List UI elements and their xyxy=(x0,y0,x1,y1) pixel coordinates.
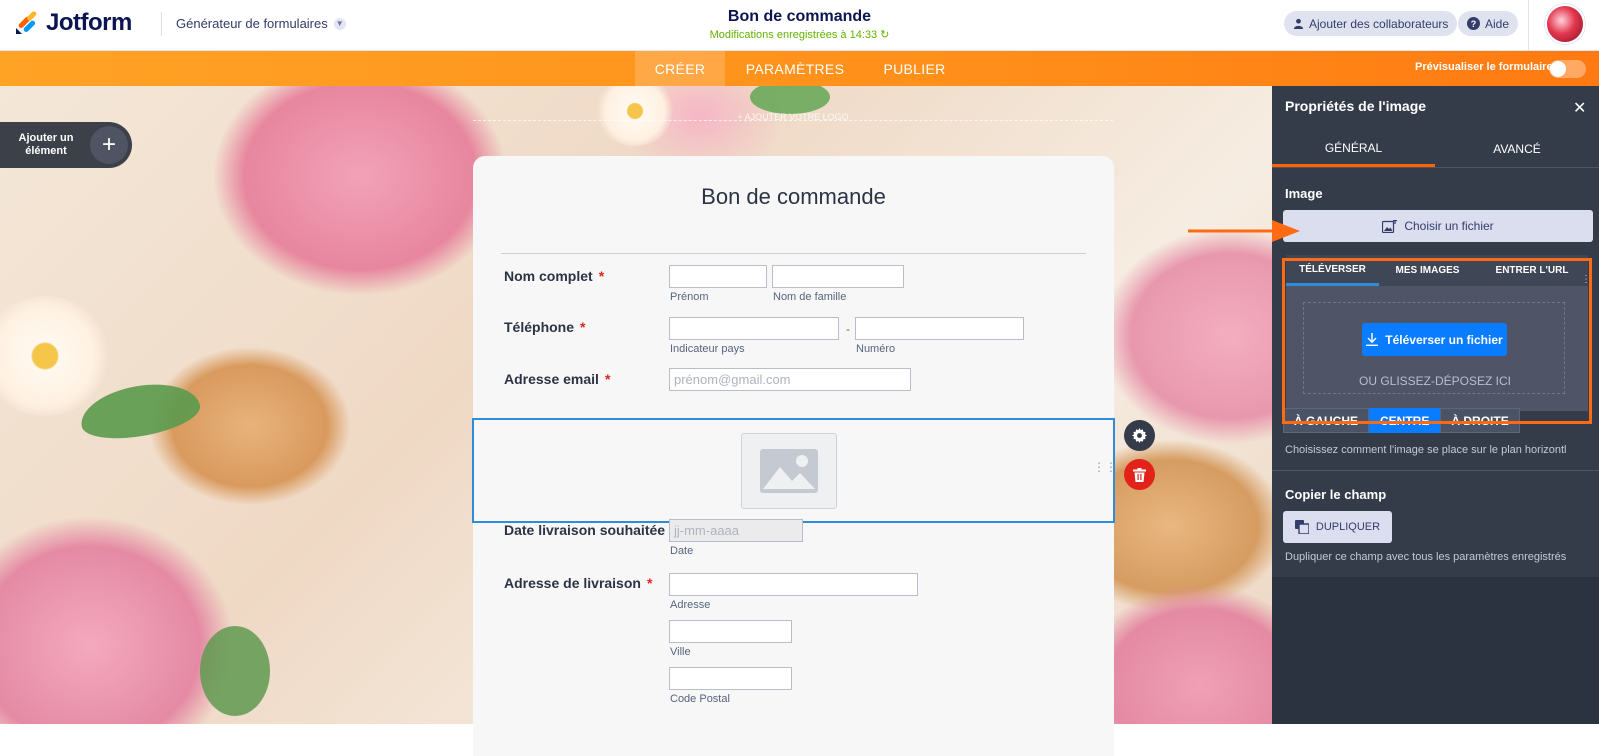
panel-empty-area xyxy=(1272,577,1599,724)
highlight-frame xyxy=(1282,258,1592,424)
full-name-label: Nom complet * xyxy=(504,268,605,284)
image-icon xyxy=(760,449,818,493)
street-sublabel: Adresse xyxy=(670,599,711,611)
jotform-logo[interactable]: Jotform xyxy=(14,9,132,37)
help-icon: ? xyxy=(1467,17,1480,30)
delivery-address-label: Adresse de livraison * xyxy=(504,575,653,591)
add-element-label: Ajouter un élément xyxy=(18,132,74,157)
tab-general[interactable]: GÉNÉRAL xyxy=(1272,131,1435,167)
copy-icon xyxy=(1294,520,1309,534)
choose-file-button[interactable]: Choisir un fichier xyxy=(1283,210,1593,242)
divider xyxy=(161,12,162,36)
tab-advanced[interactable]: AVANCÉ xyxy=(1435,131,1599,167)
user-icon xyxy=(1293,18,1304,29)
duplicate-hint: Dupliquer ce champ avec tous les paramèt… xyxy=(1285,551,1567,563)
chevron-down-icon: ▼ xyxy=(333,17,346,30)
required-mark: * xyxy=(598,268,605,284)
add-collaborators-label: Ajouter des collaborateurs xyxy=(1309,16,1449,31)
last-name-sublabel: Nom de famille xyxy=(773,291,847,303)
add-collaborators-button[interactable]: Ajouter des collaborateurs xyxy=(1284,11,1458,36)
preview-toggle[interactable] xyxy=(1549,60,1586,78)
preview-label: Prévisualiser le formulaire xyxy=(1415,61,1553,73)
required-mark: * xyxy=(646,575,653,591)
delivery-date-label: Date livraison souhaitée xyxy=(504,522,666,538)
phone-number-sublabel: Numéro xyxy=(856,343,896,355)
choose-file-label: Choisir un fichier xyxy=(1404,219,1494,233)
phone-label: Téléphone * xyxy=(504,319,586,335)
decor-leaf xyxy=(200,626,270,716)
delete-field-button[interactable] xyxy=(1124,459,1155,490)
duplicate-button[interactable]: DUPLIQUER xyxy=(1283,511,1392,543)
postal-code-input[interactable] xyxy=(669,667,792,690)
decor-leaf xyxy=(750,86,830,114)
email-input[interactable]: prénom@gmail.com xyxy=(669,368,911,391)
date-sublabel: Date xyxy=(670,545,694,557)
street-input[interactable] xyxy=(669,573,918,596)
section-divider xyxy=(1272,470,1599,471)
required-mark: * xyxy=(604,371,611,387)
image-placeholder[interactable] xyxy=(741,433,837,509)
drag-handle-icon[interactable]: ⋮⋮ xyxy=(1093,461,1117,473)
city-input[interactable] xyxy=(669,620,792,643)
plus-icon: + xyxy=(90,126,128,164)
phone-dash: - xyxy=(846,322,850,336)
help-label: Aide xyxy=(1485,16,1510,31)
field-settings-button[interactable] xyxy=(1124,420,1155,451)
postal-code-sublabel: Code Postal xyxy=(670,693,730,705)
tabs-divider xyxy=(1272,167,1599,168)
builder-selector[interactable]: Générateur de formulaires ▼ xyxy=(176,16,346,31)
logo-text: Jotform xyxy=(46,9,132,36)
jotform-logo-icon xyxy=(16,11,37,34)
date-input[interactable]: jj-mm-aaaa xyxy=(669,519,803,542)
tab-create[interactable]: CRÉER xyxy=(635,51,725,86)
tab-settings[interactable]: PARAMÈTRES xyxy=(735,51,855,86)
required-mark: * xyxy=(580,319,586,335)
form-heading[interactable]: Bon de commande xyxy=(473,184,1114,210)
trash-icon xyxy=(1133,467,1146,482)
add-element-button[interactable]: Ajouter un élément + xyxy=(0,122,132,168)
image-add-icon xyxy=(1382,219,1398,233)
tab-publish[interactable]: PUBLIER xyxy=(872,51,957,86)
copy-section-title: Copier le champ xyxy=(1285,487,1387,502)
duplicate-label: DUPLIQUER xyxy=(1315,521,1381,533)
gear-icon xyxy=(1132,428,1147,443)
avatar[interactable] xyxy=(1545,4,1585,44)
image-field-selected[interactable]: ⋮⋮ xyxy=(472,418,1117,523)
close-icon[interactable]: ✕ xyxy=(1573,98,1586,118)
divider xyxy=(1528,0,1529,51)
last-name-input[interactable] xyxy=(772,265,904,288)
panel-title: Propriétés de l'image xyxy=(1285,98,1427,114)
help-button[interactable]: ? Aide xyxy=(1458,11,1519,36)
first-name-input[interactable] xyxy=(669,265,767,288)
country-code-sublabel: Indicateur pays xyxy=(670,343,745,355)
city-sublabel: Ville xyxy=(670,646,691,658)
first-name-sublabel: Prénom xyxy=(670,291,709,303)
form-card: Bon de commande Nom complet * Prénom Nom … xyxy=(472,156,1117,756)
builder-label: Générateur de formulaires xyxy=(176,16,328,31)
top-bar: Jotform Générateur de formulaires ▼ Bon … xyxy=(0,0,1599,51)
image-section-title: Image xyxy=(1285,186,1323,201)
heading-divider xyxy=(501,253,1086,254)
email-label: Adresse email * xyxy=(504,371,611,387)
decor-flower xyxy=(0,296,110,416)
arrow-right-icon xyxy=(1188,220,1300,242)
builder-nav: CRÉER PARAMÈTRES PUBLIER xyxy=(0,51,1599,86)
align-hint: Choisissez comment l'image se place sur … xyxy=(1285,444,1567,456)
country-code-input[interactable] xyxy=(669,317,839,340)
phone-number-input[interactable] xyxy=(855,317,1024,340)
